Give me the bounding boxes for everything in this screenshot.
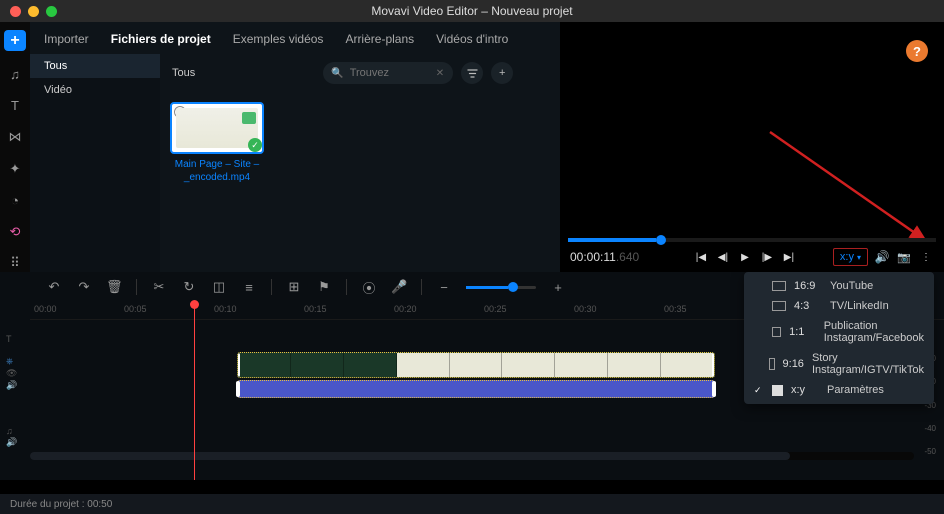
track-mute-icon[interactable]: 🔊	[6, 380, 17, 391]
media-content: Tous 🔍 ✕ + ▶	[160, 54, 560, 272]
audio-handle-right[interactable]	[712, 381, 716, 397]
effects-icon[interactable]: ✦	[6, 160, 24, 178]
aspect-option-1-1[interactable]: 1:1Publication Instagram/Facebook	[744, 316, 934, 348]
import-tabs: Importer Fichiers de projet Exemples vid…	[30, 22, 560, 54]
titles-icon[interactable]: T	[6, 97, 24, 115]
audio-track-icon[interactable]: ♫	[6, 426, 17, 436]
annotation-arrow	[760, 122, 940, 252]
audio-track[interactable]: ♫🔊	[30, 422, 944, 446]
transition-wizard-icon[interactable]: ⊞	[286, 279, 302, 295]
content-heading: Tous	[172, 67, 195, 79]
clear-search-icon[interactable]: ✕	[436, 68, 444, 79]
project-duration: Durée du projet : 00:50	[10, 499, 112, 510]
aspect-option-16-9[interactable]: 16:9YouTube	[744, 276, 934, 296]
aspect-option-4-3[interactable]: 4:3TV/LinkedIn	[744, 296, 934, 316]
scrollbar-thumb[interactable]	[30, 452, 790, 460]
media-label: Main Page – Site –_encoded.mp4	[170, 158, 264, 184]
media-item[interactable]: ▶ ✓ Main Page – Site –_encoded.mp4	[170, 102, 264, 184]
tab-fichiers-projet[interactable]: Fichiers de projet	[111, 32, 211, 46]
search-icon: 🔍	[331, 68, 343, 79]
add-media-button[interactable]: +	[4, 30, 26, 51]
more-tools-icon[interactable]: ⠿	[6, 255, 24, 273]
zoom-in-icon[interactable]: +	[550, 280, 566, 295]
color-adjust-icon[interactable]: ≡	[241, 280, 257, 295]
clip-handle-right[interactable]	[712, 353, 715, 377]
preview-progress[interactable]	[568, 238, 936, 242]
timeline-scrollbar[interactable]	[30, 452, 914, 460]
linked-audio-clip[interactable]	[237, 380, 715, 398]
preview-viewport[interactable]: ?	[560, 22, 944, 238]
crop-icon[interactable]: ◫	[211, 279, 227, 295]
minimize-window-icon[interactable]	[28, 6, 39, 17]
category-video[interactable]: Vidéo	[30, 78, 160, 102]
stickers-icon[interactable]: ◔	[6, 191, 24, 209]
aspect-option-custom[interactable]: ✓x:yParamètres	[744, 380, 934, 400]
elements-icon[interactable]: ⟲	[6, 223, 24, 241]
close-window-icon[interactable]	[10, 6, 21, 17]
help-button[interactable]: ?	[906, 40, 928, 62]
audio-icon[interactable]: ♫	[6, 65, 24, 83]
undo-icon[interactable]: ↶	[46, 279, 62, 295]
transitions-icon[interactable]: ⋈	[6, 128, 24, 146]
import-panel: Importer Fichiers de projet Exemples vid…	[30, 22, 560, 272]
record-icon[interactable]: ⦿	[361, 278, 377, 297]
added-check-icon: ✓	[248, 138, 262, 152]
playhead[interactable]	[194, 302, 195, 480]
add-file-button[interactable]: +	[491, 62, 513, 84]
play-icon[interactable]: ▶	[737, 249, 753, 265]
aspect-ratio-menu: 16:9YouTube 4:3TV/LinkedIn 1:1Publicatio…	[744, 272, 934, 404]
timecode: 00:00:11.640	[570, 250, 639, 264]
audio-track-mute-icon[interactable]: 🔊	[6, 437, 17, 448]
aspect-option-9-16[interactable]: 9:16Story Instagram/IGTV/TikTok	[744, 348, 934, 380]
filter-button[interactable]	[461, 62, 483, 84]
maximize-window-icon[interactable]	[46, 6, 57, 17]
cut-icon[interactable]: ✂	[151, 279, 167, 295]
tab-videos-intro[interactable]: Vidéos d'intro	[436, 32, 508, 46]
mic-icon[interactable]: 🎤	[391, 279, 407, 295]
category-tous[interactable]: Tous	[30, 54, 160, 78]
tool-sidebar: + ♫ T ⋈ ✦ ◔ ⟲ ⠿	[0, 22, 30, 272]
search-box[interactable]: 🔍 ✕	[323, 62, 453, 84]
window-title: Movavi Video Editor – Nouveau projet	[0, 4, 944, 18]
tab-exemples-videos[interactable]: Exemples vidéos	[233, 32, 324, 46]
zoom-slider[interactable]	[466, 286, 536, 289]
preview-panel: ? 00:00:11.640 |◀ ◀| ▶ |▶ ▶| x:y ▾ 🔊 📷 ⋮	[560, 22, 944, 272]
adjust-track-icon[interactable]: ⎈	[6, 356, 17, 367]
tab-arriere-plans[interactable]: Arrière-plans	[345, 32, 414, 46]
title-track-icon[interactable]: T	[6, 334, 12, 344]
delete-icon[interactable]: 🗑	[106, 279, 122, 295]
window-controls	[0, 6, 57, 17]
tab-importer[interactable]: Importer	[44, 32, 89, 46]
rotate-icon[interactable]: ↻	[181, 279, 197, 295]
category-sidebar: Tous Vidéo	[30, 54, 160, 272]
statusbar: Durée du projet : 00:50	[0, 494, 944, 514]
step-back-icon[interactable]: ◀|	[715, 249, 731, 265]
marker-icon[interactable]: ⚑	[316, 279, 332, 295]
redo-icon[interactable]: ↷	[76, 279, 92, 295]
titlebar: Movavi Video Editor – Nouveau projet	[0, 0, 944, 22]
video-clip[interactable]	[237, 352, 715, 378]
media-thumbnail[interactable]: ▶ ✓	[170, 102, 264, 154]
audio-handle-left[interactable]	[236, 381, 240, 397]
search-input[interactable]	[350, 67, 430, 79]
zoom-out-icon[interactable]: −	[436, 280, 452, 295]
track-visibility-icon[interactable]: 👁	[6, 368, 17, 379]
clip-handle-left[interactable]	[237, 353, 240, 377]
skip-start-icon[interactable]: |◀	[693, 249, 709, 265]
